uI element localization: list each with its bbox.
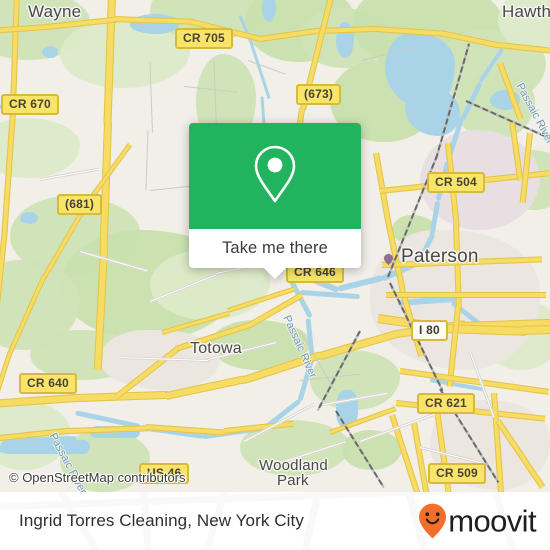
map-river xyxy=(299,290,361,300)
moovit-brand[interactable]: moovit xyxy=(419,503,537,539)
map-water-body xyxy=(42,46,58,58)
map-label-paterson: Paterson xyxy=(401,246,479,267)
shield-cr-504: CR 504 xyxy=(427,172,485,193)
map-canvas[interactable]: Wayne Hawthorne Paterson Totowa Woodland… xyxy=(0,0,550,492)
shield-cr-509: CR 509 xyxy=(428,463,486,484)
take-me-there-callout[interactable]: Take me there xyxy=(189,123,361,279)
footer-bar: Ingrid Torres Cleaning, New York City mo… xyxy=(0,492,550,550)
shield-cr-670: CR 670 xyxy=(1,94,59,115)
map-road xyxy=(386,292,546,298)
moovit-smiley-pin-icon xyxy=(419,503,447,539)
moovit-wordmark: moovit xyxy=(448,503,536,539)
shield-i-80: I 80 xyxy=(411,320,448,341)
shield-673: (673) xyxy=(296,84,342,105)
map-service-road xyxy=(247,60,286,75)
map-pin-icon xyxy=(253,145,297,208)
map-service-road xyxy=(145,130,149,191)
map-road xyxy=(521,324,550,335)
map-label-woodland-park: Park xyxy=(277,472,309,489)
map-label-hawthorne: Hawthorne xyxy=(502,2,550,21)
shield-cr-640: CR 640 xyxy=(19,373,77,394)
osm-attribution[interactable]: © OpenStreetMap contributors xyxy=(9,470,186,485)
callout-action-bar[interactable]: Take me there xyxy=(189,229,361,279)
map-road xyxy=(399,368,549,395)
callout-icon-area xyxy=(189,123,361,229)
map-water-body xyxy=(20,212,38,224)
shield-681: (681) xyxy=(57,194,103,215)
page-title: Ingrid Torres Cleaning, New York City xyxy=(19,511,304,530)
take-me-there-label: Take me there xyxy=(222,239,328,257)
shield-cr-621: CR 621 xyxy=(417,393,475,414)
map-label-totowa: Totowa xyxy=(190,340,242,357)
shield-cr-705: CR 705 xyxy=(175,28,233,49)
moovit-map-screenshot: Wayne Hawthorne Paterson Totowa Woodland… xyxy=(0,0,550,550)
map-label-wayne: Wayne xyxy=(28,2,82,21)
callout-tail xyxy=(264,268,286,279)
poi-marker-icon xyxy=(384,252,393,265)
